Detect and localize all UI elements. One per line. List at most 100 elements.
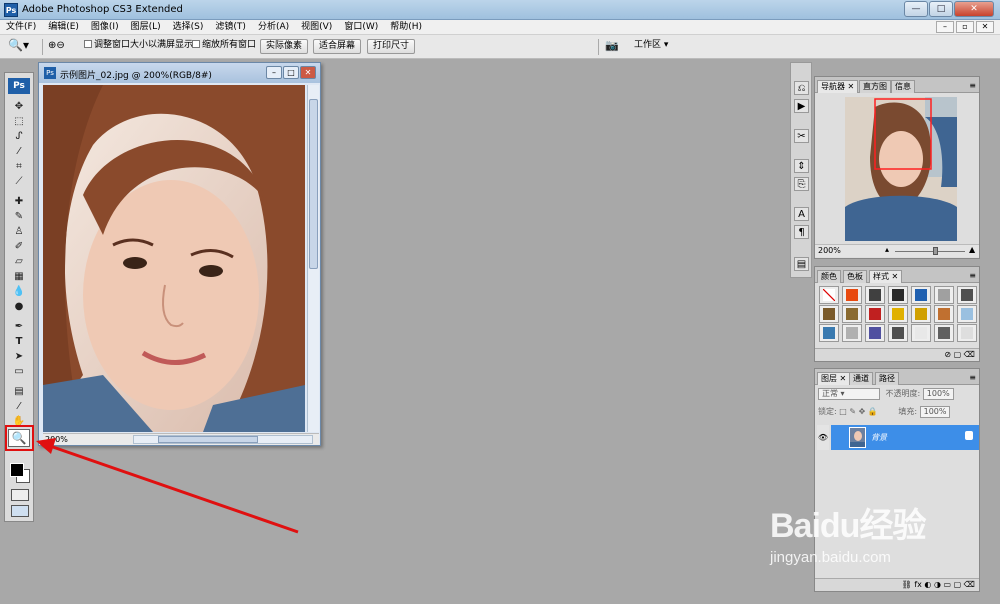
navigator-zoom-knob[interactable]	[933, 247, 938, 255]
panel-menu-icon[interactable]: ≡	[969, 271, 976, 280]
menu-analysis[interactable]: 分析(A)	[252, 20, 295, 34]
style-swatch[interactable]	[865, 305, 885, 323]
style-swatch[interactable]	[819, 286, 839, 304]
doc-close-button[interactable]: ✕	[976, 21, 994, 33]
zoom-all-option[interactable]: 缩放所有窗口	[192, 39, 256, 54]
tab-swatches[interactable]: 色板	[843, 270, 867, 283]
dodge-tool-icon[interactable]: ●	[11, 300, 27, 313]
notes-tool-icon[interactable]: ▤	[11, 385, 27, 398]
document-title-bar[interactable]: Ps 示例图片_02.jpg @ 200%(RGB/8#) – □ ✕	[39, 63, 320, 83]
resize-windows-option[interactable]: 调整窗口大小以满屏显示	[84, 39, 193, 54]
style-swatch[interactable]	[865, 324, 885, 342]
tab-styles[interactable]: 样式 ✕	[869, 270, 903, 283]
tab-navigator[interactable]: 导航器 ✕	[817, 80, 859, 93]
type-tool-icon[interactable]: T	[11, 335, 27, 348]
slice-tool-icon[interactable]: ⟋	[11, 175, 27, 188]
menu-help[interactable]: 帮助(H)	[384, 20, 428, 34]
style-swatch[interactable]	[888, 286, 908, 304]
zoom-in-out-icons[interactable]: ⊕⊖	[48, 39, 65, 54]
document-close-button[interactable]: ✕	[300, 66, 316, 79]
screen-mode-button[interactable]	[11, 505, 29, 517]
menu-image[interactable]: 图像(I)	[85, 20, 125, 34]
image-canvas[interactable]	[43, 85, 305, 432]
zoom-all-checkbox[interactable]	[192, 40, 200, 48]
move-tool-icon[interactable]: ✥	[11, 100, 27, 113]
style-swatch[interactable]	[888, 324, 908, 342]
maximize-button[interactable]: □	[929, 1, 953, 17]
style-swatch[interactable]	[957, 324, 977, 342]
navigator-zoom-value[interactable]: 200%	[818, 246, 841, 255]
actions-panel-icon[interactable]: ▶	[794, 99, 809, 113]
character-panel-icon[interactable]: A	[794, 207, 809, 221]
clone-source-icon[interactable]: ⎘	[794, 177, 809, 191]
style-swatch[interactable]	[934, 324, 954, 342]
doc-minimize-button[interactable]: –	[936, 21, 954, 33]
style-swatch[interactable]	[911, 324, 931, 342]
tab-layers[interactable]: 图层 ✕	[817, 372, 851, 385]
fill-field[interactable]: 100%	[919, 406, 951, 418]
horizontal-scrollbar[interactable]	[133, 435, 313, 444]
resize-windows-checkbox[interactable]	[84, 40, 92, 48]
style-swatch[interactable]	[957, 286, 977, 304]
style-swatch[interactable]	[911, 286, 931, 304]
eraser-tool-icon[interactable]: ▱	[11, 255, 27, 268]
foreground-color-swatch[interactable]	[10, 463, 24, 477]
lasso-tool-icon[interactable]: ᔑ	[11, 130, 27, 143]
opacity-field[interactable]: 100%	[922, 388, 954, 400]
style-swatch[interactable]	[934, 286, 954, 304]
style-swatch[interactable]	[842, 324, 862, 342]
layer-comps-icon[interactable]: ▤	[794, 257, 809, 271]
tab-paths[interactable]: 路径	[875, 372, 899, 385]
style-swatch[interactable]	[842, 305, 862, 323]
navigator-thumbnail[interactable]	[845, 97, 957, 241]
tab-histogram[interactable]: 直方图	[859, 80, 891, 93]
tool-presets-icon[interactable]: ✂	[794, 129, 809, 143]
clone-stamp-tool-icon[interactable]: ♙	[11, 225, 27, 238]
marquee-tool-icon[interactable]: ⬚	[11, 115, 27, 128]
shape-tool-icon[interactable]: ▭	[11, 365, 27, 378]
style-swatch[interactable]	[888, 305, 908, 323]
panel-menu-icon[interactable]: ≡	[969, 373, 976, 382]
close-button[interactable]: ✕	[954, 1, 994, 17]
print-size-button[interactable]: 打印尺寸	[367, 39, 416, 54]
document-zoom-level[interactable]: 200%	[45, 435, 68, 444]
zoom-preset-icon[interactable]: 🔍▾	[8, 39, 29, 54]
minimize-button[interactable]: —	[904, 1, 928, 17]
zoom-in-small-icon[interactable]: ▲	[969, 245, 975, 254]
menu-window[interactable]: 窗口(W)	[338, 20, 384, 34]
menu-edit[interactable]: 编辑(E)	[42, 20, 85, 34]
style-swatch[interactable]	[911, 305, 931, 323]
tab-channels[interactable]: 通道	[849, 372, 873, 385]
blend-mode-select[interactable]: 正常 ▾	[818, 388, 880, 400]
panel-menu-icon[interactable]: ≡	[969, 81, 976, 90]
tab-color[interactable]: 颜色	[817, 270, 841, 283]
lock-icons[interactable]: □ ✎ ✥ 🔒	[839, 407, 878, 416]
workspace-menu[interactable]: 工作区 ▾	[634, 39, 668, 54]
healing-brush-tool-icon[interactable]: ✚	[11, 195, 27, 208]
magic-wand-tool-icon[interactable]: ⁄	[11, 145, 27, 158]
brushes-panel-icon[interactable]: ⇕	[794, 159, 809, 173]
crop-tool-icon[interactable]: ⌗	[11, 160, 27, 173]
pen-tool-icon[interactable]: ✒	[11, 320, 27, 333]
fit-screen-button[interactable]: 适合屏幕	[313, 39, 362, 54]
document-maximize-button[interactable]: □	[283, 66, 299, 79]
style-swatch[interactable]	[842, 286, 862, 304]
brush-tool-icon[interactable]: ✎	[11, 210, 27, 223]
layer-row-background[interactable]: 背景	[831, 425, 979, 450]
style-swatch[interactable]	[934, 305, 954, 323]
bridge-icon[interactable]: 📷	[605, 39, 619, 54]
style-swatch[interactable]	[957, 305, 977, 323]
menu-file[interactable]: 文件(F)	[0, 20, 42, 34]
blur-tool-icon[interactable]: 💧	[11, 285, 27, 298]
menu-layer[interactable]: 图层(L)	[125, 20, 167, 34]
history-brush-tool-icon[interactable]: ✐	[11, 240, 27, 253]
history-panel-icon[interactable]: ⎌	[794, 81, 809, 95]
paragraph-panel-icon[interactable]: ¶	[794, 225, 809, 239]
zoom-out-small-icon[interactable]: ▴	[885, 245, 889, 254]
style-swatch[interactable]	[865, 286, 885, 304]
vertical-scrollbar[interactable]	[307, 85, 319, 432]
path-selection-tool-icon[interactable]: ➤	[11, 350, 27, 363]
menu-select[interactable]: 选择(S)	[167, 20, 210, 34]
quick-mask-button[interactable]	[11, 489, 29, 501]
eyedropper-tool-icon[interactable]: ⁄	[11, 400, 27, 413]
